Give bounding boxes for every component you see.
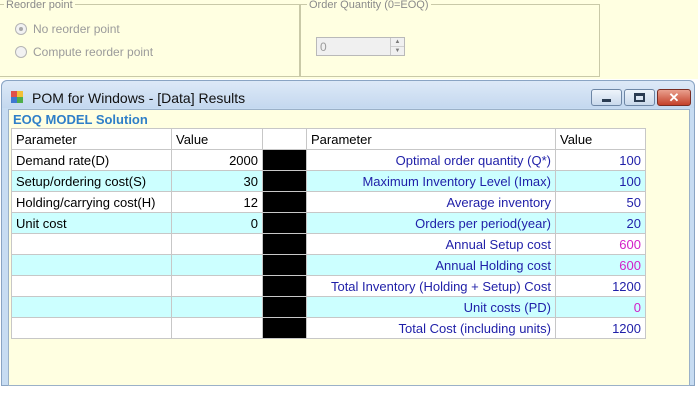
input-parameter-cell[interactable]: Holding/carrying cost(H) <box>11 191 172 213</box>
result-value-cell[interactable]: 600 <box>555 254 646 276</box>
result-value-cell[interactable]: 600 <box>555 233 646 255</box>
order-quantity-value[interactable]: 0 <box>317 38 390 55</box>
table-row: Unit cost 0 Orders per period(year) 20 <box>11 212 646 234</box>
stepper-down-icon[interactable]: ▼ <box>391 46 404 55</box>
left-value-header[interactable]: Value <box>171 128 263 150</box>
results-window: POM for Windows - [Data] Results ✕ EOQ M… <box>1 80 695 386</box>
input-value-cell[interactable] <box>171 296 263 318</box>
result-value-cell[interactable]: 100 <box>555 170 646 192</box>
solution-grid[interactable]: Parameter Value Parameter Value Demand r… <box>11 128 646 339</box>
options-panel: Reorder point No reorder point Compute r… <box>0 0 698 79</box>
table-row: Annual Setup cost 600 <box>11 233 646 255</box>
result-parameter-cell[interactable]: Orders per period(year) <box>306 212 556 234</box>
order-quantity-legend: Order Quantity (0=EOQ) <box>307 0 431 11</box>
input-value-cell[interactable]: 30 <box>171 170 263 192</box>
close-button[interactable]: ✕ <box>657 89 691 106</box>
no-reorder-point-radio[interactable]: No reorder point <box>15 22 120 36</box>
result-value-cell[interactable]: 50 <box>555 191 646 213</box>
table-row: Setup/ordering cost(S) 30 Maximum Inventor… <box>11 170 646 192</box>
result-value-cell[interactable]: 1200 <box>555 275 646 297</box>
separator-cell <box>262 212 307 234</box>
table-row: Holding/carrying cost(H) 12 Average invent… <box>11 191 646 213</box>
maximize-icon <box>634 93 645 102</box>
input-value-cell[interactable]: 12 <box>171 191 263 213</box>
input-value-cell[interactable] <box>171 275 263 297</box>
separator-header-cell <box>262 128 307 150</box>
results-client-area: EOQ MODEL Solution Parameter Value Param… <box>8 109 690 386</box>
table-row: Total Inventory (Holding + Setup) Cost 12… <box>11 275 646 297</box>
table-row: Total Cost (including units) 1200 <box>11 317 646 339</box>
result-parameter-cell[interactable]: Total Cost (including units) <box>306 317 556 339</box>
radio-unchecked-icon[interactable] <box>15 46 27 58</box>
radio-checked-icon[interactable] <box>15 23 27 35</box>
input-value-cell[interactable] <box>171 317 263 339</box>
table-row: Demand rate(D) 2000 Optimal order quantity… <box>11 149 646 171</box>
result-parameter-cell[interactable]: Total Inventory (Holding + Setup) Cost <box>306 275 556 297</box>
result-value-cell[interactable]: 20 <box>555 212 646 234</box>
separator-cell <box>262 254 307 276</box>
order-quantity-group: Order Quantity (0=EOQ) 0 ▲ ▼ <box>300 0 600 77</box>
maximize-button[interactable] <box>624 89 655 106</box>
separator-cell <box>262 275 307 297</box>
input-parameter-cell[interactable]: Demand rate(D) <box>11 149 172 171</box>
separator-cell <box>262 170 307 192</box>
close-icon: ✕ <box>668 90 680 105</box>
result-parameter-cell[interactable]: Unit costs (PD) <box>306 296 556 318</box>
result-parameter-cell[interactable]: Annual Holding cost <box>306 254 556 276</box>
window-titlebar[interactable]: POM for Windows - [Data] Results ✕ <box>2 81 694 108</box>
solution-title: EOQ MODEL Solution <box>13 112 148 127</box>
input-parameter-cell[interactable] <box>11 254 172 276</box>
app-logo-icon <box>11 91 23 103</box>
input-parameter-cell[interactable] <box>11 296 172 318</box>
input-parameter-cell[interactable] <box>11 275 172 297</box>
compute-reorder-point-radio[interactable]: Compute reorder point <box>15 45 153 59</box>
input-value-cell[interactable]: 2000 <box>171 149 263 171</box>
result-value-cell[interactable]: 1200 <box>555 317 646 339</box>
input-parameter-cell[interactable] <box>11 233 172 255</box>
result-parameter-cell[interactable]: Maximum Inventory Level (Imax) <box>306 170 556 192</box>
left-parameter-header[interactable]: Parameter <box>11 128 172 150</box>
compute-reorder-point-label: Compute reorder point <box>33 45 154 59</box>
reorder-point-legend: Reorder point <box>4 0 75 11</box>
input-parameter-cell[interactable] <box>11 317 172 339</box>
right-value-header[interactable]: Value <box>555 128 646 150</box>
input-value-cell[interactable] <box>171 233 263 255</box>
right-parameter-header[interactable]: Parameter <box>306 128 556 150</box>
result-value-cell[interactable]: 0 <box>555 296 646 318</box>
order-quantity-stepper[interactable]: 0 ▲ ▼ <box>316 37 405 56</box>
separator-cell <box>262 149 307 171</box>
result-parameter-cell[interactable]: Annual Setup cost <box>306 233 556 255</box>
input-value-cell[interactable]: 0 <box>171 212 263 234</box>
separator-cell <box>262 191 307 213</box>
separator-cell <box>262 317 307 339</box>
no-reorder-point-label: No reorder point <box>33 22 120 36</box>
table-row: Unit costs (PD) 0 <box>11 296 646 318</box>
separator-cell <box>262 233 307 255</box>
input-parameter-cell[interactable]: Unit cost <box>11 212 172 234</box>
window-title: POM for Windows - [Data] Results <box>32 90 246 106</box>
minimize-button[interactable] <box>591 89 622 106</box>
separator-cell <box>262 296 307 318</box>
input-parameter-cell[interactable]: Setup/ordering cost(S) <box>11 170 172 192</box>
input-value-cell[interactable] <box>171 254 263 276</box>
minimize-icon <box>602 98 611 102</box>
reorder-point-group: Reorder point No reorder point Compute r… <box>0 0 300 77</box>
result-parameter-cell[interactable]: Average inventory <box>306 191 556 213</box>
stepper-up-icon[interactable]: ▲ <box>391 38 404 46</box>
result-parameter-cell[interactable]: Optimal order quantity (Q*) <box>306 149 556 171</box>
table-row: Annual Holding cost 600 <box>11 254 646 276</box>
grid-header-row: Parameter Value Parameter Value <box>11 128 646 150</box>
result-value-cell[interactable]: 100 <box>555 149 646 171</box>
